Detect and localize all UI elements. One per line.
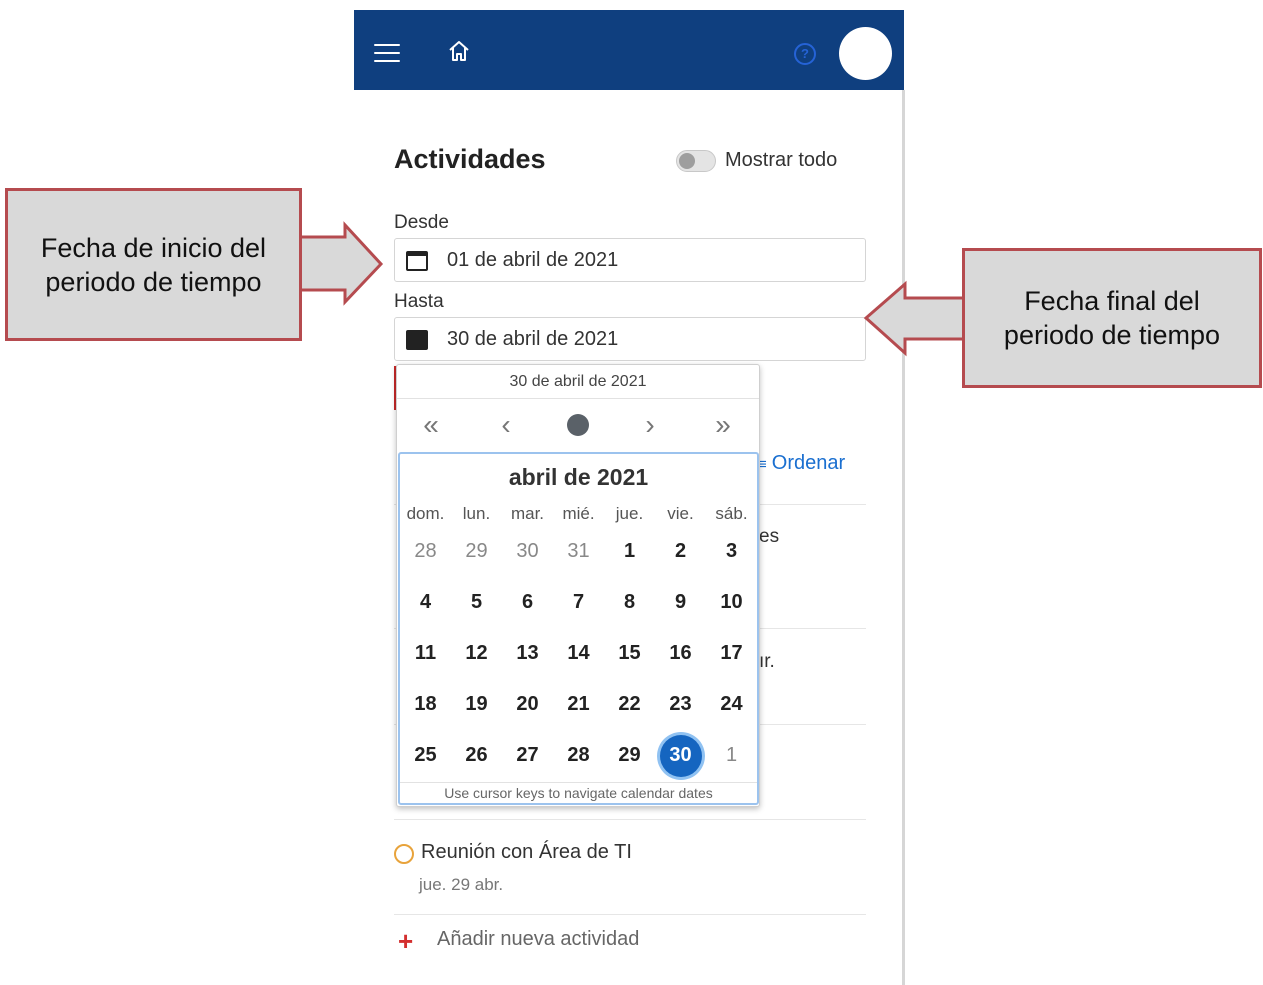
callout-end-line-1: Fecha final del xyxy=(1024,286,1200,316)
callout-end-line-2: periodo de tiempo xyxy=(1003,320,1221,350)
callout-start-line-2: periodo de tiempo xyxy=(45,266,262,297)
right-arrow-head xyxy=(863,280,966,357)
callout-start-line-1: Fecha de inicio del xyxy=(40,232,267,263)
annotation-arrows xyxy=(298,221,966,357)
callout-start-date: Fecha de inicio del periodo de tiempo xyxy=(5,188,302,341)
callout-end-date: Fecha final del periodo de tiempo xyxy=(962,248,1262,388)
left-arrow-head xyxy=(298,221,384,306)
